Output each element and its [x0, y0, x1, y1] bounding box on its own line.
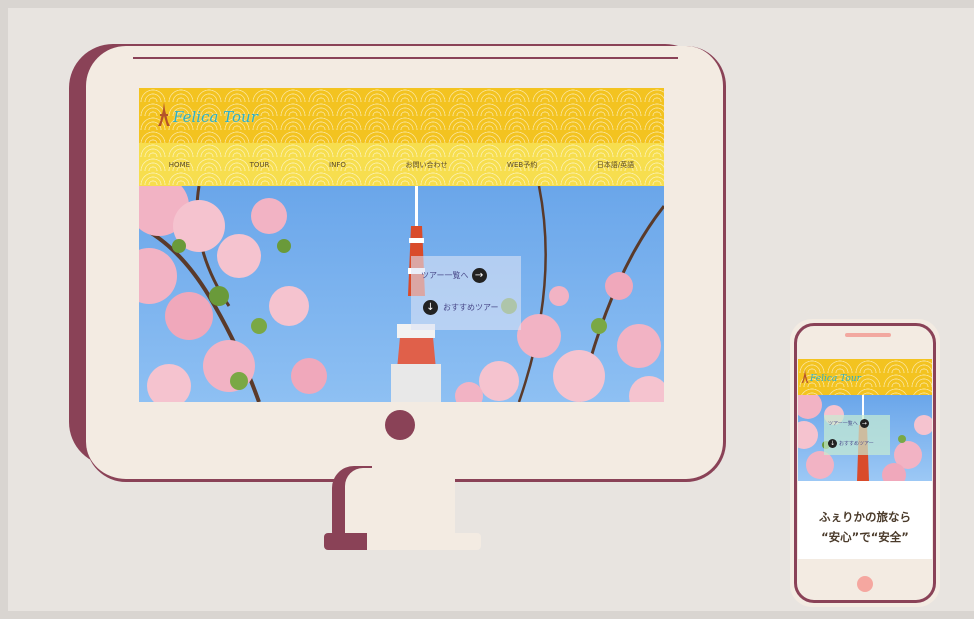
mobile-hero-link-box: ツアー一覧へ → ↓ おすすめツアー — [824, 415, 890, 455]
nav-web-booking[interactable]: WEB予約 — [507, 160, 537, 170]
site-nav: HOME TOUR INFO お問い合わせ WEB予約 日本語/英語 — [139, 143, 664, 186]
arrow-right-circle-icon: → — [859, 419, 869, 428]
phone-speaker — [845, 333, 891, 337]
arrow-right-circle-icon: → — [471, 268, 487, 283]
tokyo-tower-icon — [158, 102, 170, 126]
site-logo[interactable]: Felica Tour — [157, 102, 258, 126]
mobile-tour-list-link-label: ツアー一覧へ — [828, 421, 858, 427]
mobile-tour-list-link[interactable]: ツアー一覧へ → — [828, 419, 869, 428]
hero-link-box: ツアー一覧へ → ↓ おすすめツアー — [411, 256, 521, 330]
mobile-recommended-tour-link-label: おすすめツアー — [839, 441, 874, 447]
desktop-screen: Felica Tour HOME TOUR INFO お問い合わせ WEB予約 … — [139, 88, 664, 402]
site-header: Felica Tour — [139, 88, 664, 143]
monitor-power-button — [385, 410, 415, 440]
phone-home-button — [857, 576, 873, 592]
mobile-hero-image: ツアー一覧へ → ↓ おすすめツアー — [798, 395, 932, 481]
logo-text: Felica Tour — [173, 108, 258, 126]
mobile-site-logo[interactable]: Felica Tour — [801, 368, 861, 384]
tour-list-link-label: ツアー一覧へ — [421, 271, 469, 280]
mobile-tagline-line1: ふぇりかの旅なら — [819, 510, 911, 524]
monitor-stand — [345, 468, 453, 534]
monitor-base — [367, 533, 481, 550]
nav-language[interactable]: 日本語/英語 — [597, 160, 634, 170]
nav-contact[interactable]: お問い合わせ — [405, 160, 447, 170]
arrow-down-circle-icon: ↓ — [828, 439, 837, 448]
monitor-top-line — [133, 57, 678, 59]
nav-home[interactable]: HOME — [169, 161, 190, 169]
mobile-tagline: ふぇりかの旅なら “安心”で“安全” — [798, 507, 932, 547]
sakura-tower-illustration — [139, 186, 664, 402]
monitor-stand-edge — [445, 468, 455, 534]
recommended-tour-link[interactable]: ↓ おすすめツアー — [423, 300, 499, 315]
hero-image: ツアー一覧へ → ↓ おすすめツアー — [139, 186, 664, 402]
mobile-logo-text: Felica Tour — [810, 374, 861, 384]
recommended-tour-link-label: おすすめツアー — [443, 303, 499, 312]
mobile-recommended-tour-link[interactable]: ↓ おすすめツアー — [828, 439, 874, 448]
mobile-screen: Felica Tour ツアー一覧へ → ↓ おすすめツアー ふぇりかの旅なら … — [798, 359, 932, 559]
nav-tour[interactable]: TOUR — [250, 161, 270, 169]
tour-list-link[interactable]: ツアー一覧へ → — [421, 268, 487, 283]
tokyo-tower-icon — [801, 369, 809, 383]
mobile-site-header: Felica Tour — [798, 359, 932, 395]
nav-info[interactable]: INFO — [329, 161, 346, 169]
arrow-down-circle-icon: ↓ — [423, 300, 438, 315]
mobile-tagline-line2: “安心”で“安全” — [821, 530, 909, 544]
